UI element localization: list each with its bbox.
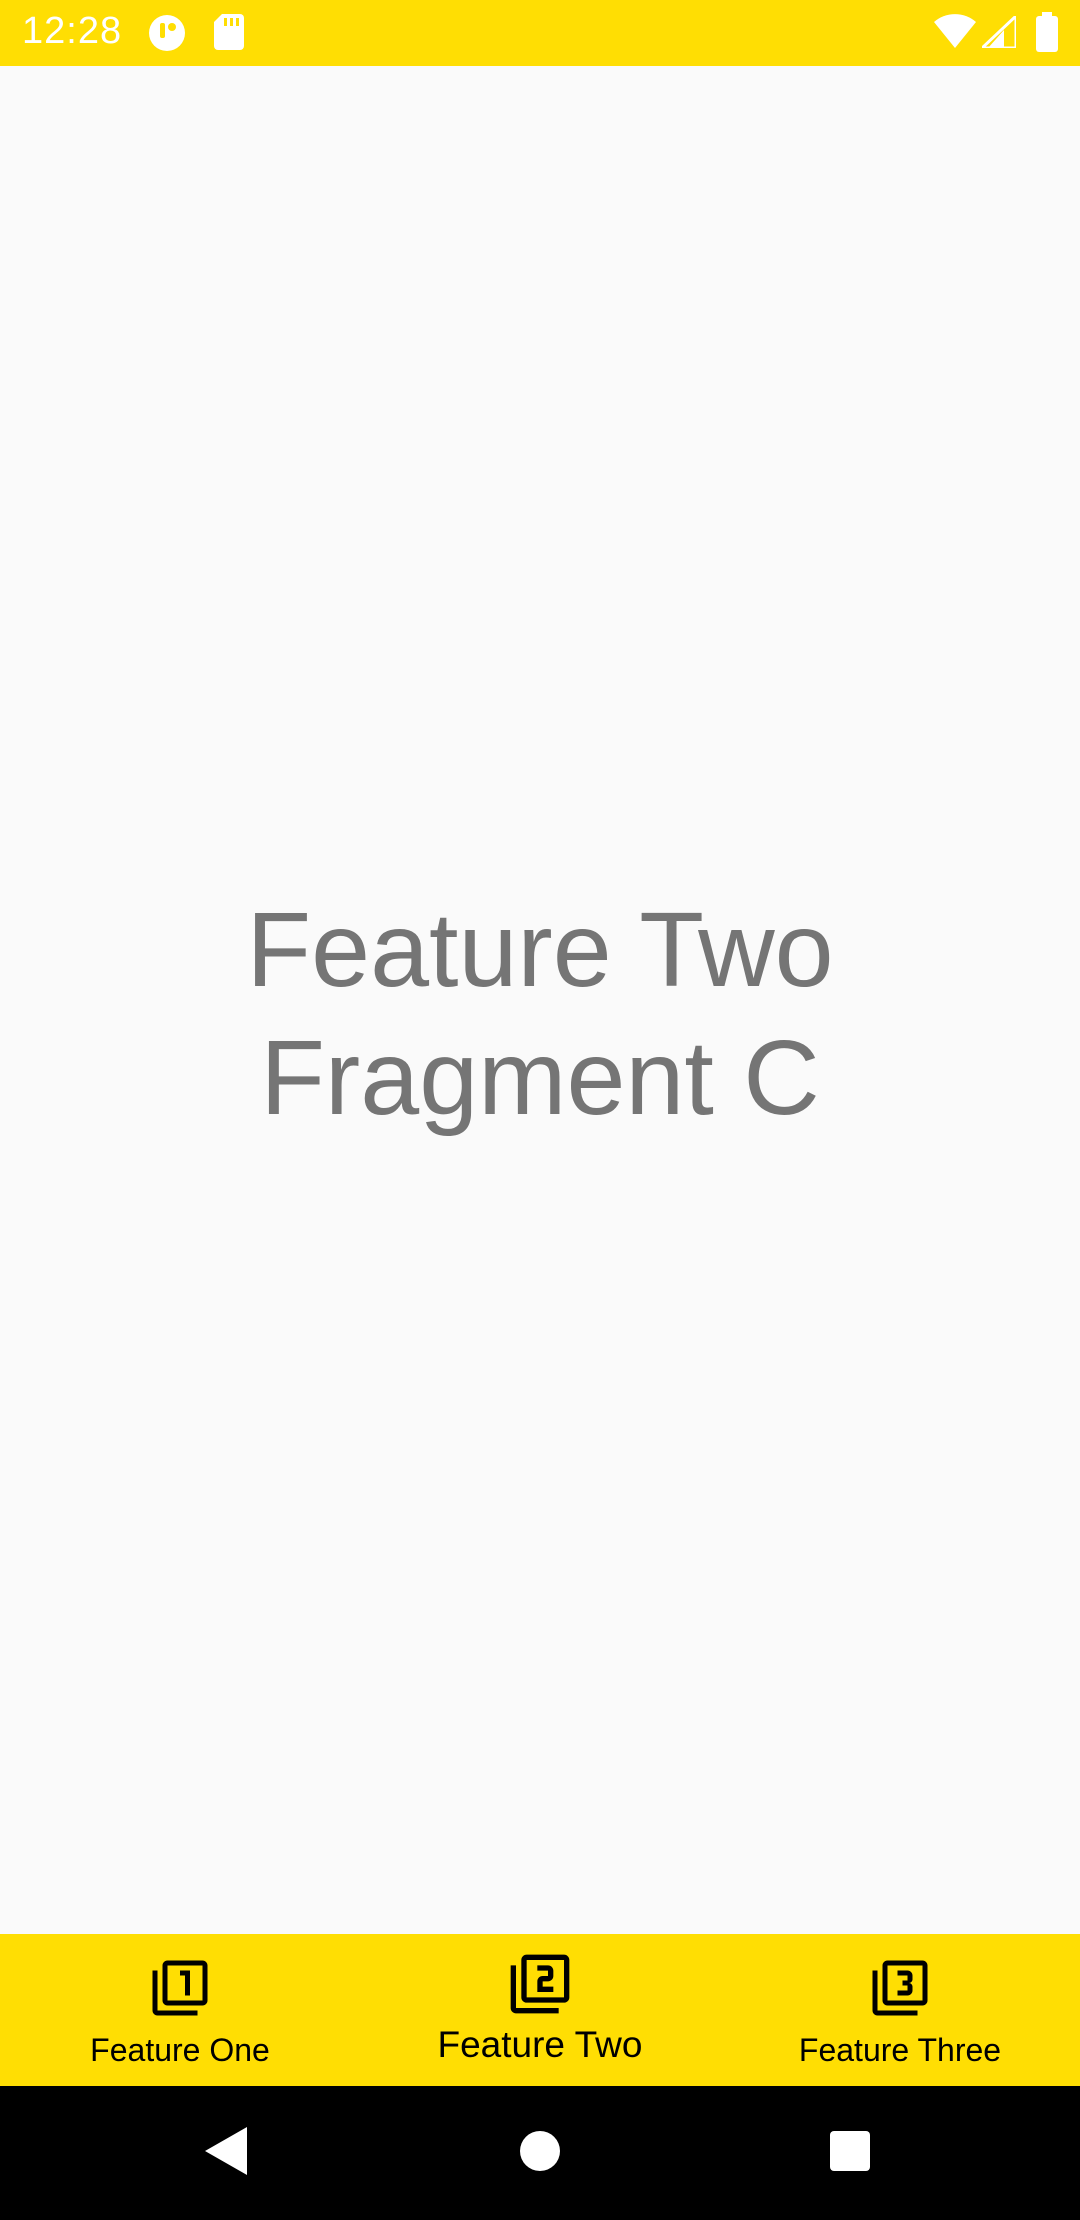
home-button[interactable] xyxy=(473,2086,607,2220)
battery-icon xyxy=(1036,12,1058,57)
system-navigation-bar xyxy=(0,2086,1080,2220)
home-icon xyxy=(519,2130,561,2177)
back-icon xyxy=(205,2126,249,2180)
nav-label-feature-three: Feature Three xyxy=(798,2032,1002,2068)
fragment-container: Feature Two Fragment C xyxy=(0,66,1080,1934)
recents-button[interactable] xyxy=(783,2086,917,2220)
bottom-navigation: Feature One Feature Two Feature Three xyxy=(0,1934,1080,2086)
nav-item-feature-two[interactable]: Feature Two xyxy=(360,1934,720,2086)
back-button[interactable] xyxy=(160,2086,294,2220)
filter-1-icon xyxy=(150,1958,210,2023)
cellular-signal-icon xyxy=(978,12,1018,53)
app-screen: 12:28 Feature Two Fragment C Feature One… xyxy=(0,0,1080,2220)
filter-2-icon xyxy=(508,1952,572,2021)
recents-icon xyxy=(830,2130,870,2176)
status-bar: 12:28 xyxy=(0,0,1080,66)
status-time: 12:28 xyxy=(22,10,123,52)
fragment-label-line2: Fragment C xyxy=(260,1019,820,1137)
nav-item-feature-three[interactable]: Feature Three xyxy=(720,1934,1080,2086)
nav-label-feature-two: Feature Two xyxy=(437,2024,643,2065)
fragment-label: Feature Two Fragment C xyxy=(0,886,1080,1142)
sd-card-icon xyxy=(214,14,244,55)
fragment-label-line1: Feature Two xyxy=(246,891,834,1009)
notification-app-icon xyxy=(148,14,186,57)
nav-item-feature-one[interactable]: Feature One xyxy=(0,1934,360,2086)
nav-label-feature-one: Feature One xyxy=(90,2032,270,2068)
filter-3-icon xyxy=(870,1958,930,2023)
wifi-icon xyxy=(934,14,976,53)
